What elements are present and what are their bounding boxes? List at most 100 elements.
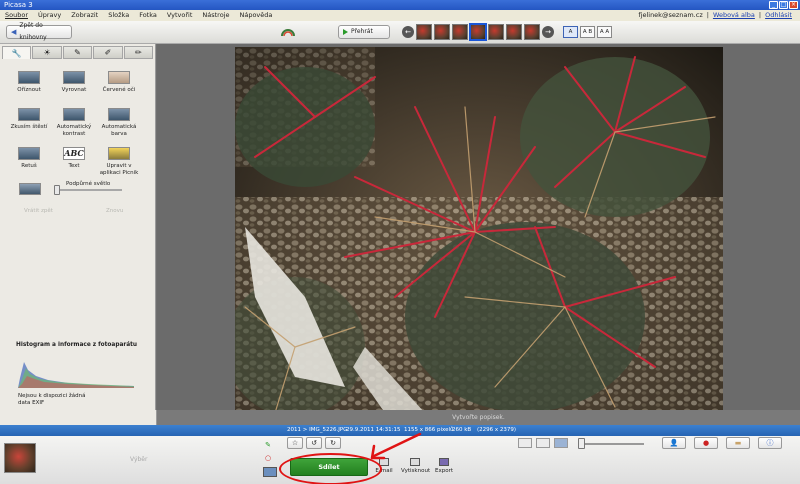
- tray-photo-thumbnail[interactable]: [4, 443, 36, 473]
- cactus-photo-image: [235, 47, 723, 413]
- thumbnail[interactable]: [452, 24, 468, 40]
- account-area: fjelinek@seznam.cz | Webová alba | Odhlá…: [638, 10, 792, 21]
- retouch-label: Retuš: [21, 163, 37, 169]
- histogram-title: Histogram a informace z fotoaparátu: [16, 342, 138, 348]
- window-title-bar: Picasa 3 _ □ ×: [0, 0, 800, 10]
- minimize-button[interactable]: _: [769, 1, 778, 9]
- menu-picture[interactable]: Fotka: [134, 10, 162, 21]
- star-icon[interactable]: ☆: [287, 437, 303, 449]
- lucky-label: Zkusím štěstí: [10, 124, 48, 130]
- tray-right-tools: 👤 ● ▬ ⓘ: [662, 437, 782, 449]
- tab-basic-fixes[interactable]: 🔧: [2, 46, 32, 59]
- tab-tuning[interactable]: ☀: [32, 46, 62, 59]
- caption-left-spacer: [0, 410, 157, 425]
- brush-green-icon: ✐: [104, 48, 112, 57]
- tab-effects-3[interactable]: ✏: [123, 46, 154, 59]
- view-side-by-side-button[interactable]: A A: [597, 26, 612, 38]
- tab-effects[interactable]: ✎: [62, 46, 93, 59]
- lucky-icon: [18, 108, 40, 121]
- fill-light-slider-track[interactable]: [58, 189, 122, 191]
- view-compare-button[interactable]: A B: [580, 26, 595, 38]
- tray-selection-label: Výběr: [130, 456, 148, 463]
- rotate-left-icon[interactable]: ↺: [306, 437, 322, 449]
- hold-pin-icon[interactable]: ✎: [263, 440, 273, 450]
- maximize-button[interactable]: □: [779, 1, 788, 9]
- menu-tools[interactable]: Nástroje: [197, 10, 234, 21]
- arrow-left-icon: ←: [405, 28, 411, 36]
- folder-export-icon: [439, 458, 449, 466]
- top-toolbar: ◀ Zpět do knihovny Přehrát ← → A A B A A: [0, 21, 800, 44]
- red-eye-tool[interactable]: Červené oči: [96, 71, 142, 94]
- photo-thumbnail-strip: [416, 23, 540, 41]
- undo-button[interactable]: Vrátit zpět: [24, 208, 53, 214]
- menu-help[interactable]: Nápověda: [234, 10, 277, 21]
- fill-light-icon: [19, 183, 41, 195]
- people-icon[interactable]: 👤: [662, 437, 686, 449]
- rotate-right-icon[interactable]: ↻: [325, 437, 341, 449]
- tab-effects-2[interactable]: ✐: [93, 46, 123, 59]
- thumbnail-selected[interactable]: [469, 23, 487, 41]
- next-photo-button[interactable]: →: [542, 26, 554, 38]
- previous-photo-button[interactable]: ←: [402, 26, 414, 38]
- crop-icon: [18, 71, 40, 84]
- play-slideshow-button[interactable]: Přehrát: [338, 25, 390, 39]
- fill-light-slider-handle[interactable]: [54, 185, 60, 195]
- export-button[interactable]: Export: [430, 458, 458, 474]
- thumbnail[interactable]: [506, 24, 522, 40]
- text-icon: ABC: [63, 147, 85, 160]
- histogram-chart: [18, 362, 134, 388]
- redo-button[interactable]: Znovu: [106, 208, 123, 214]
- view-mode-buttons: A A B A A: [563, 26, 612, 38]
- straighten-tool[interactable]: Vyrovnat: [51, 71, 97, 94]
- zoom-slider-track[interactable]: [578, 443, 644, 445]
- thumbnail[interactable]: [488, 24, 504, 40]
- back-to-library-label: Zpět do knihovny: [19, 22, 47, 41]
- auto-color-tool[interactable]: Automatická barva: [96, 108, 142, 137]
- info-icon[interactable]: ⓘ: [758, 437, 782, 449]
- thumbnail[interactable]: [416, 24, 432, 40]
- movie-tweak-icon[interactable]: [280, 25, 296, 39]
- crop-tool[interactable]: Oříznout: [6, 71, 52, 94]
- auto-contrast-tool[interactable]: Automatický kontrast: [51, 108, 97, 137]
- fit-view-icon[interactable]: [518, 438, 532, 448]
- red-eye-label: Červené oči: [102, 87, 136, 93]
- retouch-icon: [18, 147, 40, 160]
- menu-folder[interactable]: Složka: [103, 10, 134, 21]
- tray-rotate-controls: ☆ ↺ ↻: [287, 437, 341, 449]
- print-label: Vytisknout: [401, 468, 431, 474]
- clear-tray-icon[interactable]: ○: [263, 453, 273, 463]
- thumbnail[interactable]: [434, 24, 450, 40]
- view-single-button[interactable]: A: [563, 26, 578, 38]
- brush-icon: ✎: [74, 48, 81, 57]
- main-photo[interactable]: [235, 47, 723, 413]
- menu-view[interactable]: Zobrazit: [66, 10, 103, 21]
- actual-size-icon[interactable]: [536, 438, 550, 448]
- auto-contrast-icon: [63, 108, 85, 121]
- picnik-tool[interactable]: Upravit v aplikaci Picnik: [96, 147, 142, 176]
- menu-create[interactable]: Vytvořit: [162, 10, 198, 21]
- status-crop: (2296 x 2379): [477, 427, 517, 433]
- zoom-icon: [554, 438, 568, 448]
- web-albums-link[interactable]: Webová alba: [713, 10, 755, 21]
- fill-light-label: Podpůrné světlo: [66, 181, 111, 187]
- caption-input[interactable]: Vytvořte popisek.: [157, 410, 800, 425]
- brush-blue-icon: ✏: [134, 48, 142, 57]
- status-size: 260 kB: [452, 427, 472, 433]
- close-button[interactable]: ×: [789, 1, 798, 9]
- add-to-album-icon[interactable]: [263, 467, 277, 477]
- exif-note: Nejsou k dispozici žádná data EXIF: [18, 393, 86, 406]
- play-label: Přehrát: [351, 28, 373, 35]
- text-tool[interactable]: ABC Text: [51, 147, 97, 170]
- geotag-pin-icon[interactable]: ●: [694, 437, 718, 449]
- red-eye-icon: [108, 71, 130, 84]
- logout-link[interactable]: Odhlásit: [765, 10, 792, 21]
- tag-icon[interactable]: ▬: [726, 437, 750, 449]
- auto-contrast-label: Automatický kontrast: [56, 124, 92, 137]
- straighten-label: Vyrovnat: [61, 87, 87, 93]
- text-label: Text: [68, 163, 80, 169]
- zoom-slider-handle[interactable]: [578, 438, 585, 449]
- retouch-tool[interactable]: Retuš: [6, 147, 52, 170]
- lucky-tool[interactable]: Zkusím štěstí: [6, 108, 52, 131]
- thumbnail[interactable]: [524, 24, 540, 40]
- back-to-library-button[interactable]: ◀ Zpět do knihovny: [6, 22, 72, 41]
